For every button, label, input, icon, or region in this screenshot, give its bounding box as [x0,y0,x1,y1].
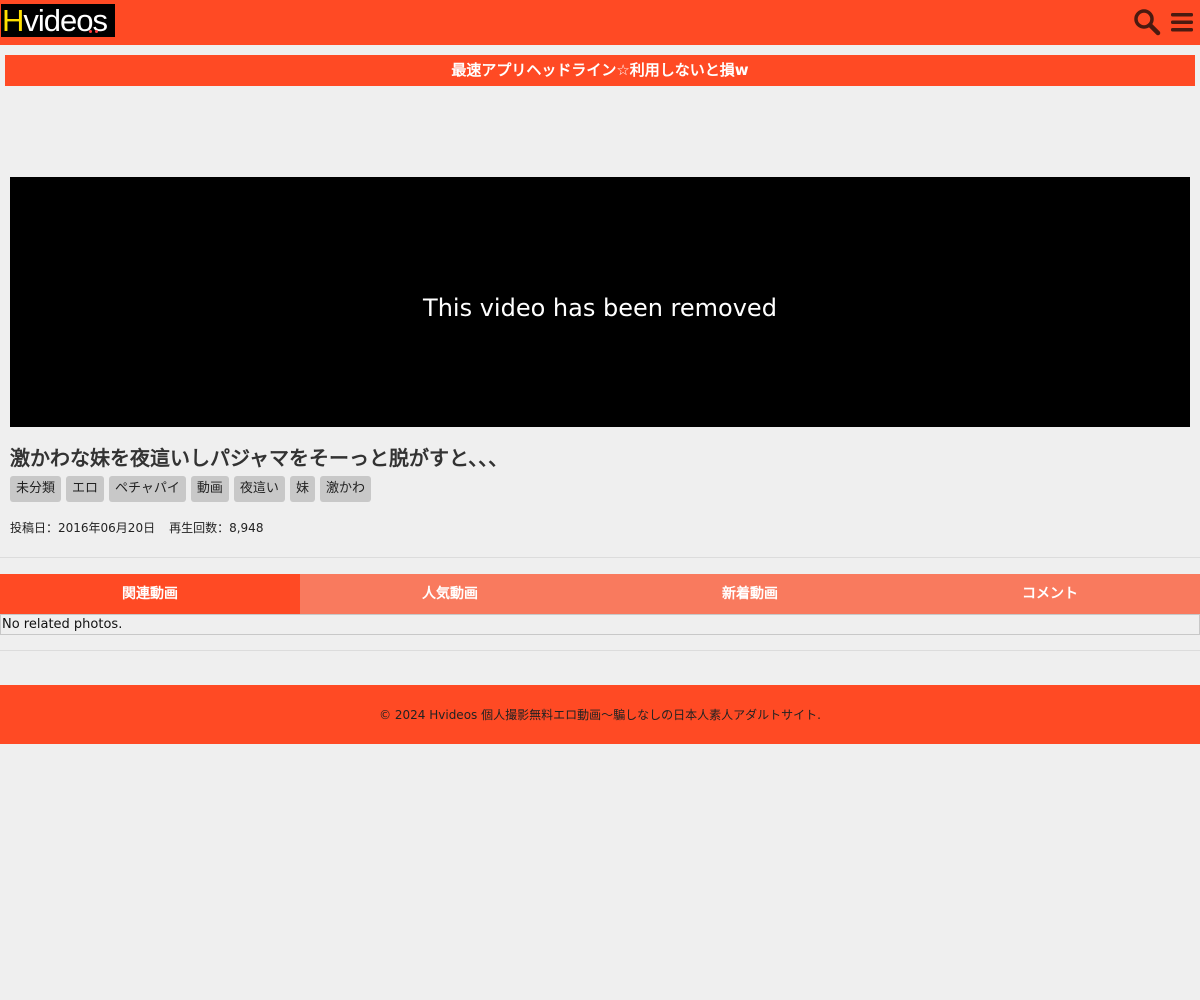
tag-link[interactable]: 夜這い [233,476,285,502]
tab-new-videos[interactable]: 新着動画 [600,574,900,614]
search-icon [1134,9,1161,36]
site-logo[interactable]: Hvideos [1,4,115,37]
video-meta: 投稿日：2016年06月20日 再生回数：8,948 [10,519,263,536]
video-title: 激かわな妹を夜這いしパジャマをそーっと脱がすと、、、 [10,446,509,470]
site-footer: © 2024 Hvideos 個人撮影無料エロ動画〜騙しなしの日本人素人アダルト… [0,685,1200,744]
tab-popular-videos[interactable]: 人気動画 [300,574,600,614]
post-date: 投稿日：2016年06月20日 [10,521,156,535]
divider [0,557,1200,558]
search-button[interactable] [1133,8,1161,36]
tag-link[interactable]: 未分類 [10,476,62,502]
video-tabs: 関連動画 人気動画 新着動画 コメント [0,574,1200,614]
tab-comments[interactable]: コメント [900,574,1200,614]
tag-link[interactable]: 妹 [289,476,315,502]
tag-link[interactable]: ペチャパイ [109,476,186,502]
promo-banner-link[interactable]: 最速アプリヘッドライン☆利用しないと損w [5,55,1195,86]
video-player[interactable]: This video has been removed [10,177,1190,427]
site-header: Hvideos [0,0,1200,45]
divider [0,650,1200,651]
logo-dots [89,6,101,39]
tag-link[interactable]: 動画 [190,476,229,502]
tag-list: 未分類 エロ ペチャパイ 動画 夜這い 妹 激かわ [10,476,371,502]
video-removed-message: This video has been removed [423,294,777,322]
tag-link[interactable]: エロ [66,476,105,502]
tab-related-videos[interactable]: 関連動画 [0,574,300,614]
hamburger-menu-icon [1171,13,1193,32]
tab-content-empty: No related photos. [0,614,1200,635]
view-count: 再生回数：8,948 [169,521,264,535]
tag-link[interactable]: 激かわ [319,476,371,502]
menu-button[interactable] [1169,8,1197,36]
logo-h: H [2,3,24,38]
